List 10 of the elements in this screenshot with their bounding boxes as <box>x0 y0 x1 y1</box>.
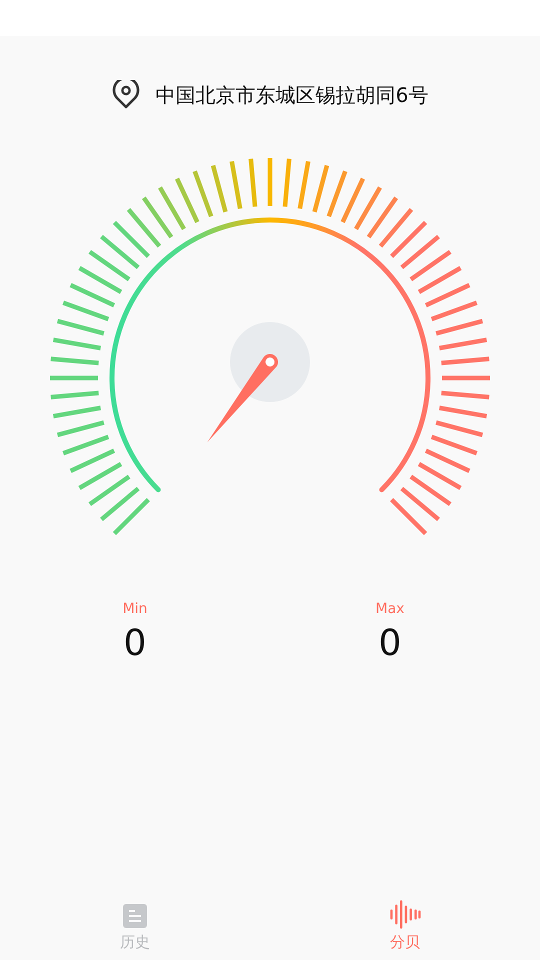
nav-tab[interactable]: 历史 <box>105 900 165 952</box>
stat-label: Min <box>122 601 148 617</box>
location-pin-icon <box>112 80 140 110</box>
sound-wave-icon <box>389 900 421 929</box>
address-text: 中国北京市东城区锡拉胡同6号 <box>156 82 428 108</box>
stat-value: 0 <box>124 623 146 664</box>
nav-tab[interactable]: 分贝 <box>375 900 435 952</box>
stat-label: Max <box>376 601 404 617</box>
document-icon <box>122 903 148 929</box>
stat-value: 0 <box>378 623 402 664</box>
